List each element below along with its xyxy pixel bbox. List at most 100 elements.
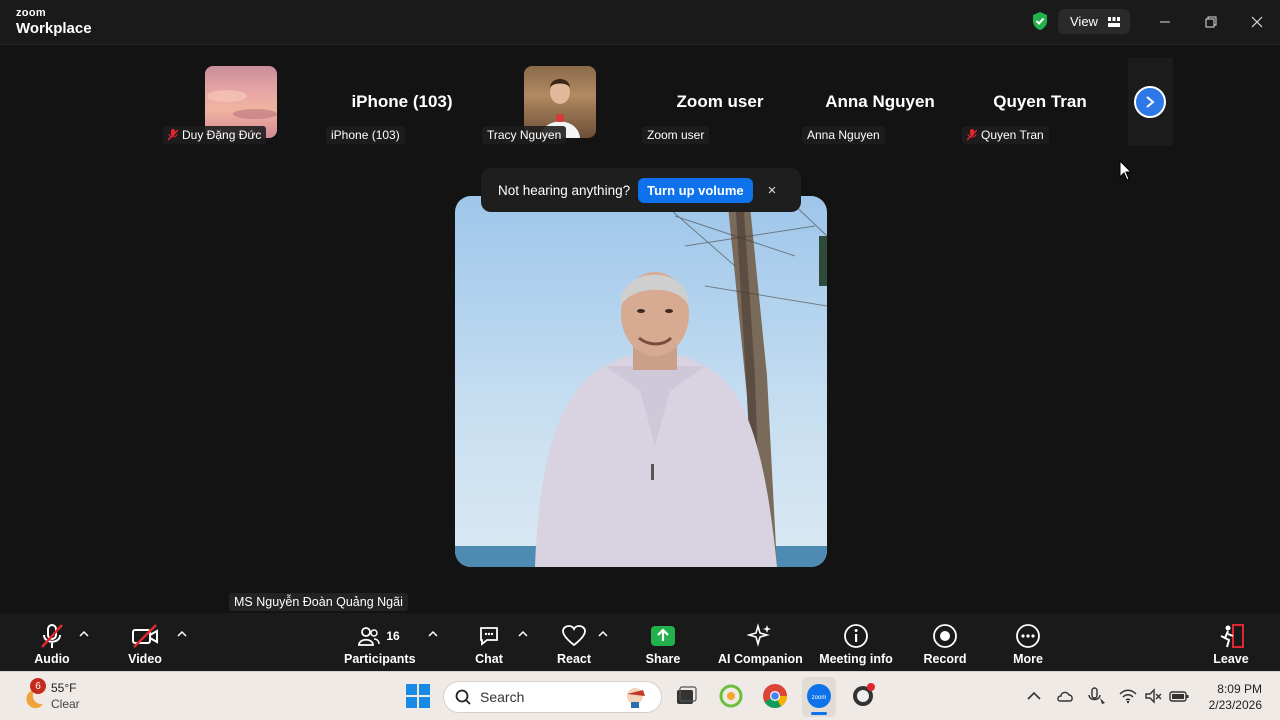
video-off-icon	[132, 624, 158, 648]
show-hidden-icons-icon[interactable]	[1024, 686, 1044, 706]
close-window-button[interactable]	[1247, 12, 1267, 32]
chat-button[interactable]: Chat	[469, 621, 509, 666]
react-button[interactable]: React	[554, 621, 594, 666]
audio-button[interactable]: Audio	[30, 621, 74, 666]
participants-label: Participants	[344, 652, 416, 666]
search-placeholder: Search	[480, 689, 525, 705]
next-page-button[interactable]	[1134, 86, 1166, 118]
record-icon	[933, 624, 957, 648]
participant-label: Duy Đặng Đức	[163, 126, 267, 144]
zoom-taskbar-button[interactable]: zoom	[802, 677, 836, 717]
mic-muted-icon	[967, 129, 977, 141]
react-options-caret-icon[interactable]	[598, 629, 608, 637]
participants-options-caret-icon[interactable]	[428, 629, 438, 637]
record-button[interactable]: Record	[922, 621, 968, 666]
speaker-video-frame	[455, 196, 827, 567]
video-options-caret-icon[interactable]	[177, 629, 187, 637]
chrome-icon[interactable]	[762, 683, 788, 709]
chat-label: Chat	[475, 652, 503, 666]
participant-tile[interactable]: Anna Nguyen Anna Nguyen	[802, 58, 958, 148]
participant-display-name: Anna Nguyen	[825, 92, 935, 111]
notification-message: Not hearing anything?	[498, 182, 631, 198]
wifi-icon[interactable]	[1118, 686, 1138, 706]
ai-companion-label: AI Companion	[718, 652, 803, 666]
view-label: View	[1070, 14, 1098, 29]
turn-up-volume-button[interactable]: Turn up volume	[638, 177, 753, 203]
brand-line2: Workplace	[16, 20, 92, 37]
video-label: Video	[128, 652, 162, 666]
microphone-location-icon[interactable]	[1086, 686, 1106, 706]
more-button[interactable]: More	[1008, 621, 1048, 666]
participant-tile[interactable]: Quyen Tran Quyen Tran	[962, 58, 1118, 148]
mouse-cursor-icon	[1119, 160, 1133, 181]
participant-display-name: Quyen Tran	[993, 92, 1087, 111]
obs-app-icon[interactable]	[850, 683, 876, 709]
leave-button[interactable]: Leave	[1211, 621, 1251, 666]
close-notification-button[interactable]: ×	[768, 182, 777, 199]
participant-tile[interactable]: iPhone (103) iPhone (103)	[322, 58, 482, 148]
leave-label: Leave	[1213, 652, 1249, 666]
share-screen-icon	[651, 626, 675, 646]
audio-label: Audio	[34, 652, 70, 666]
task-view-icon[interactable]	[673, 683, 699, 709]
mic-muted-icon	[168, 129, 178, 141]
grid-icon	[1107, 16, 1120, 27]
windows-taskbar: 6 55°F Clear Search zoom 8:09 PM 2/23/20…	[0, 671, 1280, 720]
volume-muted-icon[interactable]	[1143, 686, 1163, 706]
chat-icon	[480, 627, 498, 646]
participant-display-name: iPhone (103)	[351, 92, 453, 111]
participant-name: Quyen Tran	[981, 128, 1044, 142]
active-speaker-video[interactable]	[455, 196, 827, 567]
participant-label: Tracy Nguyen	[482, 126, 567, 144]
weather-badge: 6	[30, 678, 46, 694]
restore-icon	[1205, 16, 1217, 28]
zoom-window: zoom Workplace View Duy Đặng Đức iPhone …	[0, 0, 1280, 720]
participant-name: Duy Đặng Đức	[182, 128, 262, 142]
ai-companion-button[interactable]: AI Companion	[718, 621, 803, 666]
meeting-controls: Audio Video 16 Participants Chat React S…	[0, 613, 1280, 671]
participant-label: Quyen Tran	[962, 126, 1049, 144]
security-shield-icon[interactable]	[1031, 11, 1049, 31]
search-highlight-icon	[627, 688, 645, 708]
filmstrip-next	[1128, 58, 1173, 146]
mic-muted-icon	[41, 624, 63, 648]
meeting-info-button[interactable]: Meeting info	[818, 621, 894, 666]
restore-button[interactable]	[1201, 12, 1221, 32]
participant-tile[interactable]: Tracy Nguyen	[482, 58, 632, 148]
participants-button[interactable]: 16 Participants	[344, 621, 416, 666]
audio-options-caret-icon[interactable]	[79, 629, 89, 637]
system-clock[interactable]: 8:09 PM 2/23/2026	[1196, 681, 1262, 713]
participants-count: 16	[386, 629, 400, 643]
info-icon	[844, 624, 868, 648]
participant-tile[interactable]: Duy Đặng Đức	[163, 58, 313, 148]
video-button[interactable]: Video	[122, 621, 168, 666]
active-speaker-name: MS Nguyễn Đoàn Quảng Ngãi	[229, 593, 408, 611]
view-button[interactable]: View	[1058, 9, 1130, 34]
temperature: 55°F	[51, 681, 77, 695]
weather-condition: Clear	[51, 697, 80, 711]
copilot-app-icon[interactable]	[718, 683, 744, 709]
clock-time: 8:09 PM	[1217, 682, 1262, 696]
close-icon	[1251, 16, 1263, 28]
chat-options-caret-icon[interactable]	[518, 629, 528, 637]
participant-label: Anna Nguyen	[802, 126, 885, 144]
taskbar-search[interactable]: Search	[443, 681, 662, 713]
battery-icon[interactable]	[1169, 686, 1189, 706]
share-button[interactable]: Share	[643, 621, 683, 666]
search-icon	[455, 689, 471, 705]
more-label: More	[1013, 652, 1043, 666]
audio-notification: Not hearing anything? Turn up volume ×	[481, 168, 801, 212]
record-label: Record	[923, 652, 967, 666]
minimize-icon	[1160, 21, 1170, 23]
windows-start-icon[interactable]	[405, 683, 431, 709]
cloud-sync-icon[interactable]	[1055, 686, 1075, 706]
meeting-info-label: Meeting info	[819, 652, 893, 666]
minimize-button[interactable]	[1155, 12, 1175, 32]
title-bar: zoom Workplace View	[0, 0, 1280, 45]
participant-name: iPhone (103)	[331, 128, 400, 142]
zoom-logo: zoom Workplace	[16, 7, 92, 37]
brand-line1: zoom	[16, 7, 46, 19]
react-label: React	[556, 652, 592, 666]
participant-tile[interactable]: Zoom user Zoom user	[642, 58, 798, 148]
participant-label: iPhone (103)	[326, 126, 405, 144]
